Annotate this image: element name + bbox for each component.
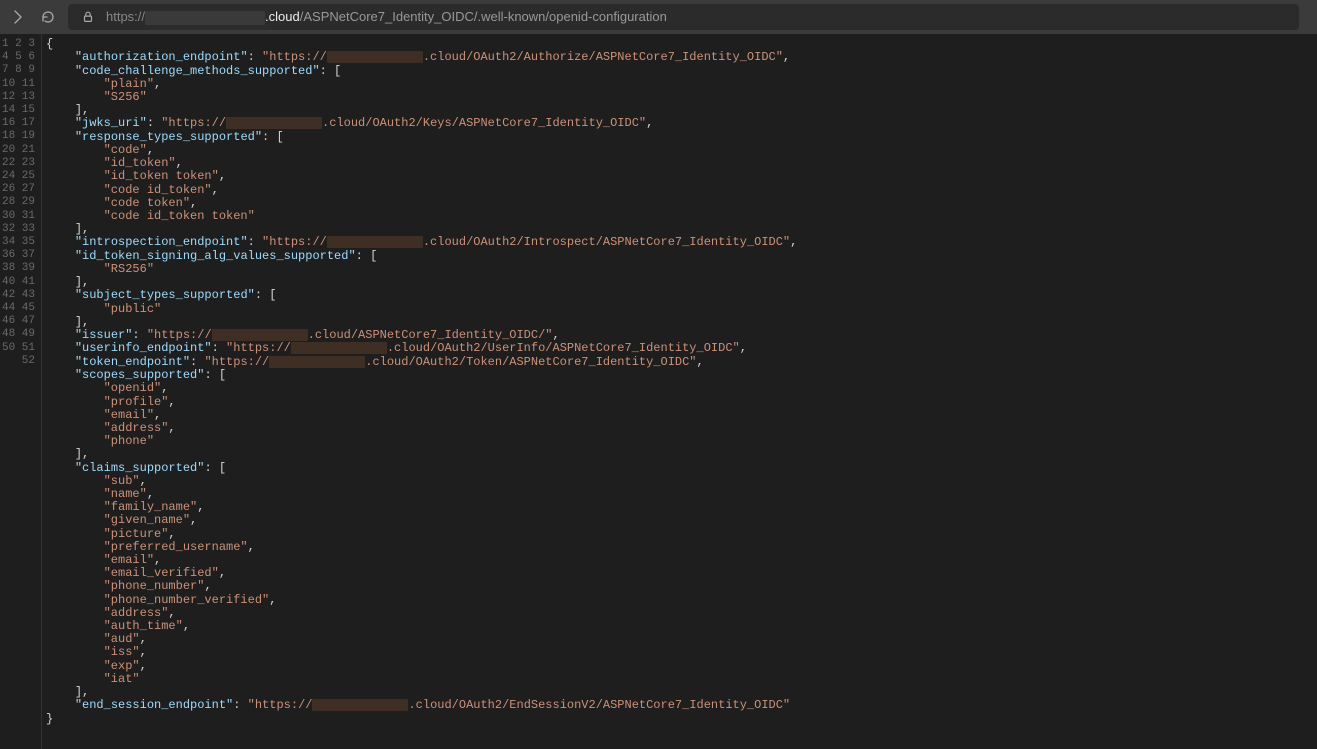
forward-button[interactable] <box>8 7 28 27</box>
url-text: https:// .cloud/ASPNetCore7_Identity_OIDC… <box>106 9 667 25</box>
url-domain-redacted <box>145 11 265 25</box>
refresh-button[interactable] <box>38 7 58 27</box>
line-gutter: 1 2 3 4 5 6 7 8 9 10 11 12 13 14 15 16 1… <box>0 34 42 749</box>
address-bar[interactable]: https:// .cloud/ASPNetCore7_Identity_OIDC… <box>68 4 1299 30</box>
json-code[interactable]: { "authorization_endpoint": "https://.cl… <box>42 34 1317 749</box>
url-path: /ASPNetCore7_Identity_OIDC/.well-known/o… <box>300 9 667 24</box>
json-viewer: 1 2 3 4 5 6 7 8 9 10 11 12 13 14 15 16 1… <box>0 34 1317 749</box>
url-domain-suffix: .cloud <box>265 9 300 24</box>
lock-icon <box>78 7 98 27</box>
url-scheme: https:// <box>106 9 145 24</box>
browser-toolbar: https:// .cloud/ASPNetCore7_Identity_OIDC… <box>0 0 1317 34</box>
